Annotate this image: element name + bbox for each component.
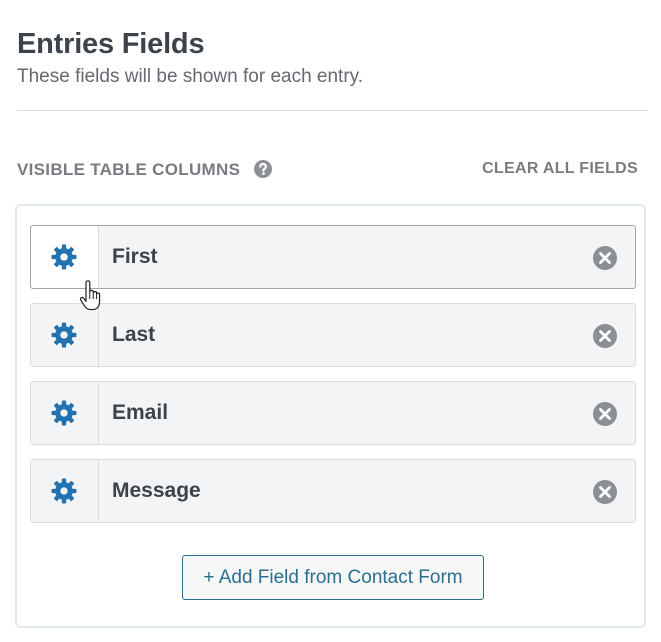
field-row-first[interactable]: First bbox=[30, 225, 636, 289]
field-settings-button[interactable] bbox=[31, 304, 99, 366]
add-field-button[interactable]: + Add Field from Contact Form bbox=[182, 555, 484, 600]
remove-circle-icon bbox=[593, 480, 617, 504]
section-label: VISIBLE TABLE COLUMNS bbox=[17, 160, 241, 179]
field-label: First bbox=[112, 245, 158, 268]
clear-all-fields-link[interactable]: CLEAR ALL FIELDS bbox=[482, 160, 638, 178]
page-title: Entries Fields bbox=[17, 28, 205, 60]
gear-icon bbox=[51, 478, 77, 504]
gear-icon bbox=[51, 244, 77, 270]
question-circle-icon[interactable] bbox=[253, 159, 273, 179]
field-label: Message bbox=[112, 479, 201, 502]
remove-field-button[interactable] bbox=[592, 245, 618, 271]
field-row-email[interactable]: Email bbox=[30, 381, 636, 445]
page-header: Entries Fields These fields will be show… bbox=[17, 26, 648, 89]
remove-field-button[interactable] bbox=[592, 479, 618, 505]
field-row-last[interactable]: Last bbox=[30, 303, 636, 367]
columns-section-bar: VISIBLE TABLE COLUMNS CLEAR ALL FIELDS bbox=[17, 158, 638, 184]
gear-icon bbox=[51, 322, 77, 348]
field-settings-button[interactable] bbox=[31, 226, 99, 288]
remove-circle-icon bbox=[593, 402, 617, 426]
visible-columns-box: First Last Email Message + Add Field fro… bbox=[15, 204, 646, 628]
remove-field-button[interactable] bbox=[592, 323, 618, 349]
field-row-message[interactable]: Message bbox=[30, 459, 636, 523]
field-settings-button[interactable] bbox=[31, 460, 99, 522]
gear-icon bbox=[51, 400, 77, 426]
field-settings-button[interactable] bbox=[31, 382, 99, 444]
remove-circle-icon bbox=[593, 246, 617, 270]
field-label: Email bbox=[112, 401, 169, 424]
remove-circle-icon bbox=[593, 324, 617, 348]
page-subtitle: These fields will be shown for each entr… bbox=[17, 66, 364, 87]
remove-field-button[interactable] bbox=[592, 401, 618, 427]
header-divider bbox=[17, 110, 648, 111]
field-label: Last bbox=[112, 323, 156, 346]
